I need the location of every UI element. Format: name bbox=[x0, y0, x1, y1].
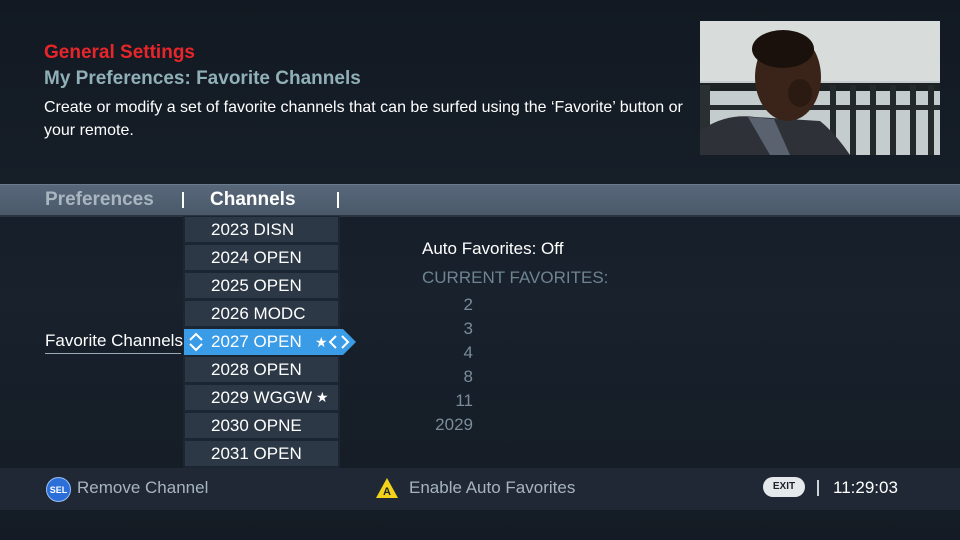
page-description: Create or modify a set of favorite chann… bbox=[44, 99, 683, 139]
tab-preferences[interactable]: Preferences bbox=[45, 189, 154, 211]
channel-row[interactable]: 2024 OPEN bbox=[185, 245, 338, 270]
remove-channel-label[interactable]: Remove Channel bbox=[77, 478, 208, 498]
favorite-item: 8 bbox=[463, 367, 473, 386]
video-preview bbox=[700, 21, 940, 155]
tab-channels[interactable]: Channels bbox=[210, 189, 296, 211]
channel-label: 2025 OPEN bbox=[211, 276, 302, 295]
channel-label: 2023 DISN bbox=[211, 220, 295, 239]
updown-arrows-icon bbox=[189, 332, 203, 352]
channel-row[interactable]: 2031 OPEN bbox=[185, 441, 338, 466]
channel-label: 2030 OPNE bbox=[211, 416, 302, 435]
channel-row[interactable]: 2023 DISN bbox=[185, 217, 338, 242]
channel-label: 2029 WGGW bbox=[211, 388, 313, 407]
footer-divider bbox=[817, 480, 819, 496]
settings-screen: General Settings My Preferences: Favorit… bbox=[0, 0, 960, 540]
favorite-item: 2 bbox=[463, 295, 473, 314]
enable-auto-favorites-label[interactable]: Enable Auto Favorites bbox=[409, 478, 575, 498]
channel-row[interactable]: 2028 OPEN bbox=[185, 357, 338, 382]
channel-row[interactable]: 2026 MODC bbox=[185, 301, 338, 326]
left-right-arrows-icon bbox=[328, 335, 350, 349]
channel-row[interactable]: 2030 OPNE bbox=[185, 413, 338, 438]
clock: 11:29:03 bbox=[833, 478, 898, 497]
star-icon: ★ bbox=[315, 334, 328, 350]
star-icon: ★ bbox=[316, 389, 329, 405]
channel-label: 2024 OPEN bbox=[211, 248, 302, 267]
current-favorites-heading: CURRENT FAVORITES: bbox=[422, 268, 609, 287]
favorite-item: 3 bbox=[463, 319, 473, 338]
tab-divider bbox=[182, 192, 184, 208]
page-title: General Settings bbox=[44, 42, 195, 63]
channel-label: 2031 OPEN bbox=[211, 444, 302, 463]
channel-row-selected[interactable]: 2027 OPEN ★ bbox=[184, 329, 356, 355]
favorite-item: 11 bbox=[455, 391, 473, 410]
exit-button-icon[interactable]: EXIT bbox=[763, 477, 805, 497]
channel-label: 2028 OPEN bbox=[211, 360, 302, 379]
favorite-channels-underline bbox=[45, 353, 181, 354]
a-button-label: A bbox=[383, 486, 391, 498]
tab-divider bbox=[337, 192, 339, 208]
page-subtitle: My Preferences: Favorite Channels bbox=[44, 68, 361, 89]
channel-row[interactable]: 2029 WGGW ★ bbox=[185, 385, 338, 410]
favorite-item: 2029 bbox=[435, 415, 473, 434]
sel-button-icon[interactable]: SEL bbox=[46, 477, 71, 502]
channel-row[interactable]: 2025 OPEN bbox=[185, 273, 338, 298]
channel-label: 2027 OPEN bbox=[211, 332, 302, 351]
footer-bar: SEL Remove Channel A Enable Auto Favorit… bbox=[0, 468, 960, 510]
auto-favorites-status: Auto Favorites: Off bbox=[422, 239, 564, 258]
favorite-channels-label: Favorite Channels bbox=[45, 331, 183, 350]
tab-bar: Preferences Channels bbox=[0, 184, 960, 217]
channel-label: 2026 MODC bbox=[211, 304, 306, 323]
a-button-icon[interactable]: A bbox=[375, 477, 399, 504]
favorite-item: 4 bbox=[463, 343, 473, 362]
